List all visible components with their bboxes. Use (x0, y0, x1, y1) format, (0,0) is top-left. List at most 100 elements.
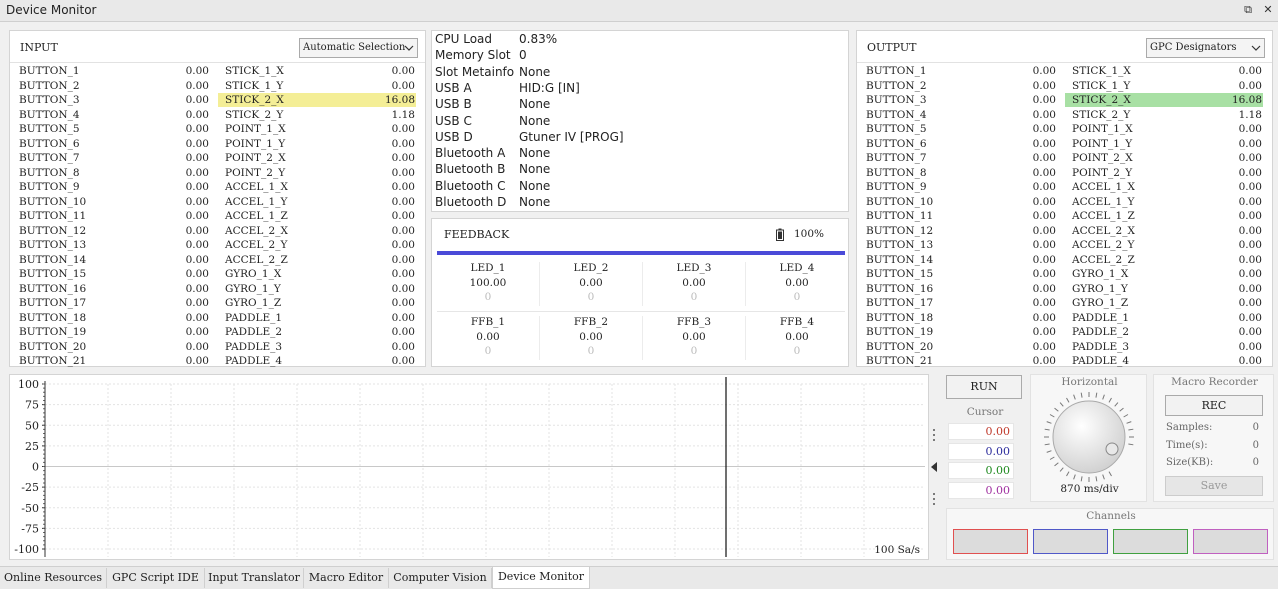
feedback-raw: 0 (793, 291, 801, 303)
input-source-select[interactable]: Automatic Selection (299, 38, 418, 58)
button-name: BUTTON_12 (19, 224, 87, 237)
channel-button[interactable] (1033, 529, 1108, 554)
knob-tick (1059, 467, 1064, 472)
button-value: 0.00 (1032, 166, 1056, 179)
axis-value: 0.00 (391, 326, 415, 338)
drag-handle-icon[interactable] (931, 427, 937, 443)
channel-button[interactable] (1113, 529, 1188, 554)
horizontal-knob[interactable] (1039, 392, 1139, 482)
axis-row: PADDLE_3 0.00 (1065, 340, 1263, 354)
tab-online-resources[interactable]: Online Resources (0, 568, 107, 588)
button-value: 0.00 (185, 94, 209, 106)
button-name: BUTTON_4 (866, 108, 927, 121)
tab-input-translator[interactable]: Input Translator (205, 568, 304, 588)
button-row: BUTTON_5 0.00 (865, 122, 1057, 136)
button-row: BUTTON_16 0.00 (865, 282, 1057, 296)
button-value: 0.00 (185, 195, 209, 208)
status-value: None (519, 178, 551, 193)
y-tick-label: -100 (14, 543, 39, 556)
button-row: BUTTON_10 0.00 (18, 195, 210, 209)
axis-name: GYRO_1_X (225, 268, 282, 280)
button-value: 0.00 (1032, 65, 1056, 77)
button-row: BUTTON_3 0.00 (865, 93, 1057, 107)
button-row: BUTTON_6 0.00 (18, 137, 210, 151)
axis-value: 0.00 (1238, 282, 1262, 295)
tab-computer-vision[interactable]: Computer Vision (389, 568, 492, 588)
output-format-select[interactable]: GPC Designators (1146, 38, 1265, 58)
button-value: 0.00 (185, 239, 209, 251)
tab-device-monitor[interactable]: Device Monitor (492, 567, 590, 589)
status-key: Slot Metainfo (435, 64, 515, 79)
axis-value: 0.00 (391, 224, 415, 237)
axis-value: 0.00 (1238, 137, 1262, 150)
led-cell: LED_3 0.00 0 (644, 262, 744, 305)
axis-row: GYRO_1_X 0.00 (218, 267, 416, 281)
button-name: BUTTON_20 (866, 340, 934, 353)
button-name: BUTTON_11 (866, 210, 934, 222)
close-window-icon[interactable]: ✕ (1261, 3, 1275, 17)
knob-tick (1128, 443, 1134, 446)
axis-row: PADDLE_4 0.00 (1065, 354, 1263, 368)
axis-row: STICK_2_X 16.08 (218, 93, 416, 107)
window-title: Device Monitor (6, 3, 97, 17)
button-name: BUTTON_9 (866, 181, 927, 193)
ffb-cell: FFB_2 0.00 0 (541, 316, 641, 359)
samples-value: 0 (1252, 422, 1259, 433)
axis-row: ACCEL_2_Y 0.00 (1065, 238, 1263, 252)
feedback-label: FFB_1 (470, 316, 506, 328)
feedback-title: FEEDBACK (444, 228, 510, 241)
axis-row: GYRO_1_Y 0.00 (218, 282, 416, 296)
button-value: 0.00 (1032, 311, 1056, 324)
axis-name: ACCEL_1_Y (225, 195, 288, 208)
button-value: 0.00 (1032, 239, 1056, 251)
knob-tick (1119, 407, 1124, 412)
channel-button[interactable] (953, 529, 1028, 554)
led-cell: LED_1 100.00 0 (438, 262, 538, 305)
axis-value: 0.00 (1238, 166, 1262, 179)
knob-tick (1123, 414, 1129, 418)
axis-name: POINT_1_Y (225, 137, 286, 150)
button-row: BUTTON_2 0.00 (865, 79, 1057, 93)
run-button[interactable]: RUN (946, 375, 1022, 399)
button-row: BUTTON_15 0.00 (18, 267, 210, 281)
knob-tick (1080, 392, 1083, 398)
button-name: BUTTON_18 (866, 311, 934, 324)
axis-row: ACCEL_2_X 0.00 (1065, 224, 1263, 238)
button-row: BUTTON_4 0.00 (865, 108, 1057, 122)
tab-gpc-script-ide[interactable]: GPC Script IDE (107, 568, 205, 588)
button-name: BUTTON_4 (19, 108, 80, 121)
axis-value: 0.00 (391, 123, 415, 135)
axis-row: PADDLE_2 0.00 (1065, 325, 1263, 339)
button-value: 0.00 (1032, 210, 1056, 222)
axis-value: 0.00 (391, 65, 415, 77)
button-row: BUTTON_12 0.00 (865, 224, 1057, 238)
axis-row: STICK_2_X 16.08 (1065, 93, 1263, 107)
output-format-value: GPC Designators (1150, 42, 1237, 53)
axis-value: 0.00 (391, 137, 415, 150)
button-name: BUTTON_16 (19, 282, 87, 295)
axis-name: PADDLE_2 (225, 326, 283, 338)
axis-value: 0.00 (1238, 268, 1262, 280)
save-button[interactable]: Save (1165, 476, 1263, 496)
rec-button[interactable]: REC (1165, 395, 1263, 416)
feedback-separator (642, 316, 643, 360)
drag-handle-icon[interactable] (931, 491, 937, 507)
button-row: BUTTON_1 0.00 (18, 64, 210, 78)
knob-body[interactable] (1052, 400, 1126, 474)
y-tick-label: 100 (18, 378, 39, 391)
status-panel: CPU Load 0.83% Memory Slot 0 Slot Metainfo No… (431, 30, 849, 212)
channel-button[interactable] (1193, 529, 1268, 554)
button-row: BUTTON_4 0.00 (18, 108, 210, 122)
button-row: BUTTON_13 0.00 (18, 238, 210, 252)
button-name: BUTTON_19 (19, 326, 87, 338)
axis-row: ACCEL_2_Z 0.00 (1065, 253, 1263, 267)
collapse-arrow-icon[interactable] (930, 461, 938, 473)
feedback-label: LED_3 (676, 262, 712, 274)
tab-macro-editor[interactable]: Macro Editor (304, 568, 389, 588)
button-value: 0.00 (185, 137, 209, 150)
button-name: BUTTON_10 (866, 195, 934, 208)
axis-row: STICK_2_Y 1.18 (1065, 108, 1263, 122)
button-name: BUTTON_7 (866, 152, 927, 164)
button-name: BUTTON_14 (866, 253, 934, 266)
restore-window-icon[interactable]: ⧉ (1241, 3, 1255, 17)
